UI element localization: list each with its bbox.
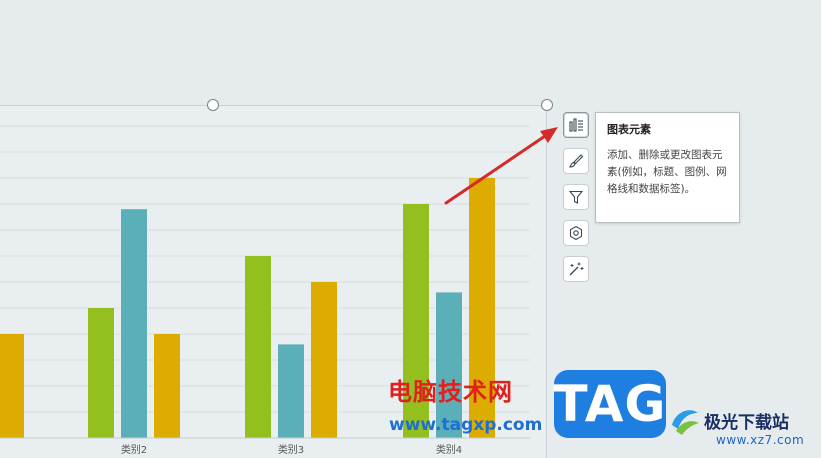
spreadsheet-canvas: 类别2 类别3 类别4 图表元素 添加、删除或更改图表元素(例如，标题、图例、网… — [0, 0, 821, 458]
bar-series1-cat2[interactable] — [245, 256, 271, 438]
watermark-url: www.tagxp.com — [389, 415, 543, 435]
watermark-site-url: www.xz7.com — [716, 433, 805, 447]
tooltip-description: 添加、删除或更改图表元素(例如，标题、图例、网格线和数据标签)。 — [607, 149, 727, 195]
magic-wand-icon — [569, 262, 584, 276]
chart-elements-button[interactable] — [563, 112, 589, 138]
bar-series2-cat2[interactable] — [278, 344, 304, 438]
funnel-icon — [568, 190, 584, 204]
chart-styles-button[interactable] — [563, 148, 589, 174]
category-label: 类别2 — [121, 443, 147, 456]
brush-icon — [569, 154, 584, 168]
watermark-cn-text: 电脑技术网 — [388, 378, 513, 406]
category-label: 类别4 — [436, 443, 462, 456]
tooltip-title: 图表元素 — [607, 123, 651, 136]
bar-chart-list-icon — [569, 118, 583, 132]
chart-settings-button[interactable] — [563, 220, 589, 246]
hexagon-settings-icon — [569, 225, 583, 241]
watermark-tag-logo: TAG — [554, 370, 666, 438]
category-label: 类别3 — [278, 443, 304, 456]
chart-elements-tooltip: 图表元素 添加、删除或更改图表元素(例如，标题、图例、网格线和数据标签)。 — [595, 112, 740, 223]
site-logo-icon — [672, 410, 699, 435]
bar-series1-cat1[interactable] — [88, 308, 114, 438]
resize-handle-top-right[interactable] — [541, 99, 553, 111]
bar-partial-series3[interactable] — [0, 334, 24, 438]
resize-handle-top[interactable] — [207, 99, 219, 111]
chart-filter-button[interactable] — [563, 184, 589, 210]
bar-series2-cat1[interactable] — [121, 209, 147, 438]
bar-series3-cat1[interactable] — [154, 334, 180, 438]
watermark-site-name: 极光下载站 — [704, 413, 789, 433]
quick-layout-button[interactable] — [563, 256, 589, 282]
bar-series3-cat2[interactable] — [311, 282, 337, 438]
